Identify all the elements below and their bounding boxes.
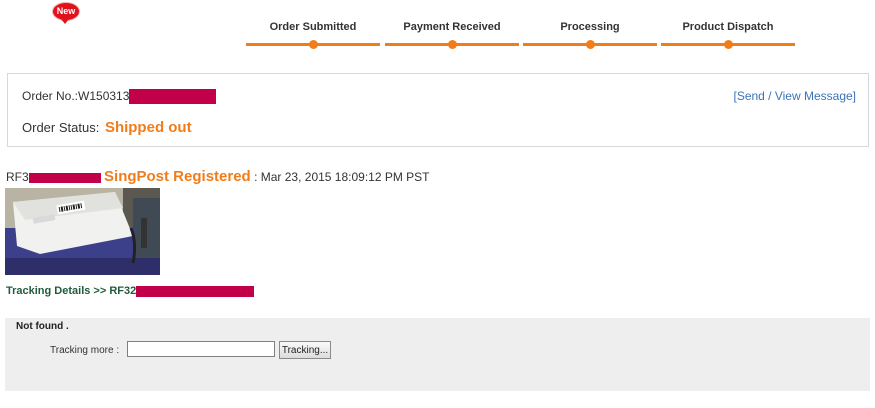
order-number-value: W150313 xyxy=(78,89,130,103)
order-status: Order Status: Shipped out xyxy=(22,119,192,136)
tracking-panel: Not found . Tracking more : Tracking... xyxy=(5,318,870,391)
order-status-label: Order Status: xyxy=(22,120,100,135)
step-dot xyxy=(724,40,733,49)
redaction-bar xyxy=(136,285,255,297)
step-label: Order Submitted xyxy=(269,21,357,33)
shipment-line: RF3 SingPost Registered : Mar 23, 2015 1… xyxy=(6,168,430,185)
step-dot xyxy=(448,40,457,49)
carrier-name: SingPost Registered xyxy=(104,168,251,185)
tracking-number-input[interactable] xyxy=(127,341,275,357)
step-label: Payment Received xyxy=(403,21,501,33)
redaction-bar xyxy=(129,89,217,105)
new-badge: New xyxy=(53,3,79,24)
tracking-more-label: Tracking more : xyxy=(50,345,120,356)
order-progress-steps: Order Submitted Payment Received Process… xyxy=(246,0,798,50)
tracking-details-label: Tracking Details >> xyxy=(6,285,107,297)
step-label: Processing xyxy=(560,21,620,33)
shipment-datetime: Mar 23, 2015 18:09:12 PM PST xyxy=(260,170,430,184)
tracking-details-number: RF32 xyxy=(109,285,137,297)
tracking-button[interactable]: Tracking... xyxy=(279,341,331,359)
step-order-submitted: Order Submitted xyxy=(246,0,380,50)
step-dot xyxy=(586,40,595,49)
redaction-bar xyxy=(28,172,101,183)
step-dot xyxy=(309,40,318,49)
order-status-value: Shipped out xyxy=(104,119,192,136)
order-number: Order No.:W150313 xyxy=(22,89,217,105)
order-number-label: Order No.: xyxy=(22,89,79,103)
package-photo[interactable] xyxy=(5,188,160,275)
order-summary-box: Order No.:W150313 Order Status: Shipped … xyxy=(7,73,869,147)
step-payment-received: Payment Received xyxy=(385,0,519,50)
tracking-status: Not found . xyxy=(16,321,69,332)
tracking-details-heading: Tracking Details >> RF32 xyxy=(6,285,255,297)
step-processing: Processing xyxy=(523,0,657,50)
step-label: Product Dispatch xyxy=(682,21,774,33)
shipment-tracking-number: RF3 xyxy=(6,170,29,184)
shipment-separator: : xyxy=(254,170,258,184)
step-product-dispatch: Product Dispatch xyxy=(661,0,795,50)
send-view-message-link[interactable]: [Send / View Message] xyxy=(733,89,856,103)
